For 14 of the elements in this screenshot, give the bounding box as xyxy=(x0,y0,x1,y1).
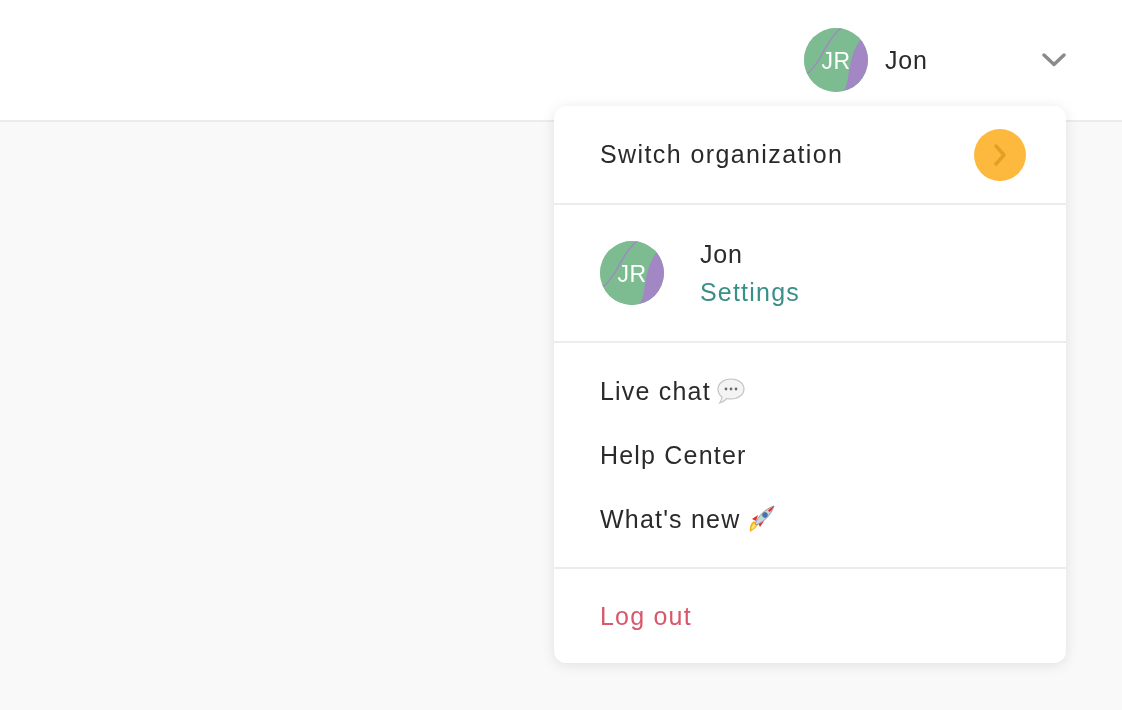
menu-link[interactable]: What's new xyxy=(600,504,741,534)
dropdown-toggle[interactable] xyxy=(1042,53,1066,67)
profile-name: Jon xyxy=(700,239,743,270)
speech-bubble-icon xyxy=(716,378,745,404)
menu-link[interactable]: Help Center xyxy=(600,440,747,470)
menu-item[interactable]: Switch organization xyxy=(554,106,1066,203)
avatar: JR xyxy=(804,28,868,92)
chevron-down-icon xyxy=(1042,53,1066,67)
menu-link[interactable]: Live chat xyxy=(600,376,711,406)
settings-link[interactable]: Settings xyxy=(700,273,800,311)
avatar: JR xyxy=(600,241,664,305)
chevron-right-icon xyxy=(974,128,1026,181)
logout-link[interactable]: Log out xyxy=(600,601,692,631)
user-name: Jon xyxy=(885,45,928,75)
